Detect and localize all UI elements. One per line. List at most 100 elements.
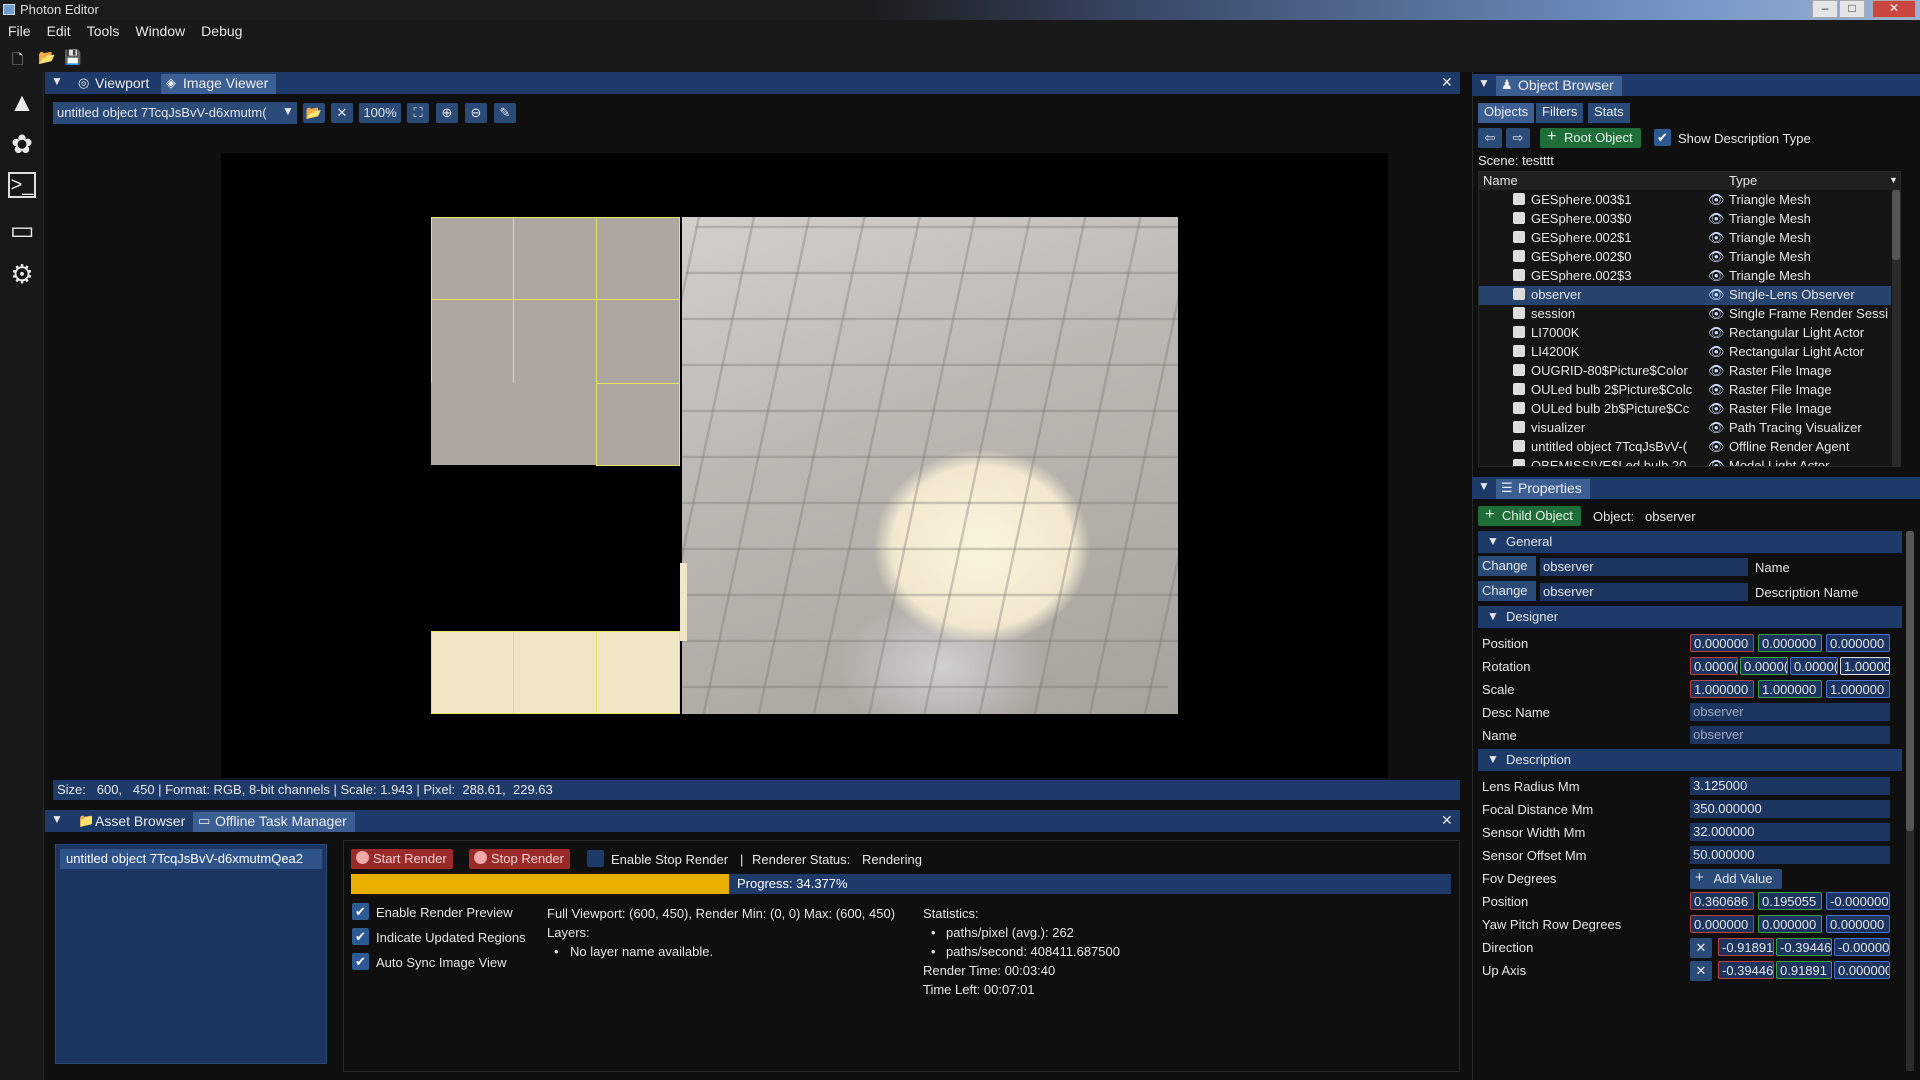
- table-row[interactable]: GESphere.002$1 👁 Triangle Mesh: [1479, 229, 1891, 248]
- subtab-objects[interactable]: Objects: [1478, 103, 1535, 123]
- list-item[interactable]: untitled object 7TcqJsBvV-d6xmutmQea2: [60, 849, 322, 869]
- root-object-button[interactable]: + Root Object: [1540, 128, 1641, 148]
- rotation-x-field[interactable]: 0.0000(: [1690, 657, 1738, 675]
- tree-icon[interactable]: ▲: [6, 86, 38, 118]
- menu-debug[interactable]: Debug: [193, 20, 250, 39]
- table-row[interactable]: OULed bulb 2b$Picture$Cc 👁 Raster File Ima…: [1479, 400, 1891, 419]
- table-row[interactable]: LI4200K 👁 Rectangular Light Actor: [1479, 343, 1891, 362]
- back-button[interactable]: ⇦: [1478, 128, 1502, 148]
- eye-icon[interactable]: 👁: [1708, 401, 1725, 417]
- description-name-field[interactable]: observer: [1540, 583, 1748, 601]
- settings-icon[interactable]: ⚙: [6, 258, 38, 290]
- close-image-button[interactable]: ✕: [331, 103, 353, 123]
- stop-render-button[interactable]: Stop Render: [469, 849, 570, 869]
- tab-asset-browser[interactable]: 📁 Asset Browser: [73, 812, 193, 832]
- panel-menu-icon[interactable]: ▼: [1478, 479, 1490, 493]
- show-description-type-checkbox[interactable]: ✔: [1654, 129, 1671, 146]
- rotation-w-field[interactable]: 1.00000: [1840, 657, 1890, 675]
- desc-name-field[interactable]: observer: [1690, 703, 1890, 721]
- eye-icon[interactable]: 👁: [1708, 192, 1725, 208]
- start-render-button[interactable]: Start Render: [351, 849, 453, 869]
- table-row[interactable]: OBEMISSIVE$Led bulb 20 👁 Model Light Actor: [1479, 457, 1891, 466]
- up-axis-y-field[interactable]: 0.91891: [1776, 961, 1832, 979]
- indicate-updated-regions-checkbox[interactable]: ✔: [352, 928, 369, 945]
- table-row[interactable]: GESphere.002$0 👁 Triangle Mesh: [1479, 248, 1891, 267]
- designer-section-header[interactable]: ▼ Designer: [1478, 606, 1902, 628]
- eye-icon[interactable]: 👁: [1708, 230, 1725, 246]
- description-position-y-field[interactable]: 0.195055: [1758, 892, 1822, 910]
- table-scrollbar[interactable]: [1892, 190, 1900, 466]
- column-name[interactable]: Name: [1483, 173, 1518, 188]
- tab-image-viewer[interactable]: ◈ Image Viewer: [161, 74, 277, 94]
- table-row[interactable]: LI7000K 👁 Rectangular Light Actor: [1479, 324, 1891, 343]
- menu-edit[interactable]: Edit: [39, 20, 79, 39]
- add-value-button[interactable]: + Add Value: [1690, 869, 1782, 889]
- table-row[interactable]: observer 👁 Single-Lens Observer: [1479, 286, 1891, 305]
- forward-button[interactable]: ⇨: [1506, 128, 1530, 148]
- column-type[interactable]: Type: [1729, 173, 1757, 188]
- scale-y-field[interactable]: 1.000000: [1758, 680, 1822, 698]
- eye-icon[interactable]: 👁: [1708, 268, 1725, 284]
- table-row[interactable]: GESphere.003$0 👁 Triangle Mesh: [1479, 210, 1891, 229]
- enable-stop-render-checkbox[interactable]: [587, 850, 604, 867]
- table-row[interactable]: OULed bulb 2$Picture$Colc 👁 Raster File Im…: [1479, 381, 1891, 400]
- properties-scrollbar[interactable]: [1906, 531, 1914, 1071]
- subtab-stats[interactable]: Stats: [1588, 103, 1630, 123]
- fit-view-button[interactable]: ⛶: [407, 103, 429, 123]
- image-select[interactable]: untitled object 7TcqJsBvV-d6xmutm(: [53, 102, 297, 124]
- designer-name-field[interactable]: observer: [1690, 726, 1890, 744]
- eye-icon[interactable]: 👁: [1708, 287, 1725, 303]
- direction-z-field[interactable]: -0.00000: [1834, 938, 1890, 956]
- eye-icon[interactable]: 👁: [1708, 249, 1725, 265]
- zoom-level[interactable]: 100%: [359, 103, 401, 123]
- eye-icon[interactable]: 👁: [1708, 306, 1725, 322]
- tab-properties[interactable]: ☰ Properties: [1496, 479, 1590, 499]
- menu-window[interactable]: Window: [127, 20, 193, 39]
- new-file-icon[interactable]: 🗋: [12, 49, 23, 73]
- close-panel-icon[interactable]: ✕: [1441, 812, 1453, 829]
- tab-viewport[interactable]: ◎ Viewport: [73, 74, 157, 94]
- table-row[interactable]: OUGRID-80$Picture$Color 👁 Raster File Imag…: [1479, 362, 1891, 381]
- menu-file[interactable]: File: [0, 20, 39, 39]
- lens-radius-field[interactable]: 3.125000: [1690, 777, 1890, 795]
- eye-icon[interactable]: 👁: [1708, 458, 1725, 466]
- change-name-button[interactable]: Change: [1478, 556, 1536, 576]
- panel-menu-icon[interactable]: ▼: [51, 812, 63, 826]
- description-section-header[interactable]: ▼ Description: [1478, 749, 1902, 771]
- scroll-thumb[interactable]: [1906, 531, 1914, 831]
- chevron-down-icon[interactable]: ▼: [282, 104, 294, 118]
- maximize-button[interactable]: □: [1839, 0, 1865, 18]
- roll-field[interactable]: 0.000000: [1826, 915, 1890, 933]
- yaw-field[interactable]: 0.000000: [1690, 915, 1754, 933]
- scroll-thumb[interactable]: [1892, 190, 1900, 260]
- description-position-z-field[interactable]: -0.000000: [1826, 892, 1890, 910]
- table-row[interactable]: untitled object 7TcqJsBvV-(👁 Offline Rend…: [1479, 438, 1891, 457]
- pick-button[interactable]: ✎: [494, 103, 516, 123]
- close-window-button[interactable]: ✕: [1872, 0, 1916, 18]
- sensor-offset-field[interactable]: 50.000000: [1690, 846, 1890, 864]
- eye-icon[interactable]: 👁: [1708, 382, 1725, 398]
- sort-icon[interactable]: ▼: [1889, 175, 1898, 185]
- minimize-button[interactable]: –: [1812, 0, 1838, 18]
- name-field[interactable]: observer: [1540, 558, 1748, 576]
- table-row[interactable]: visualizer 👁 Path Tracing Visualizer: [1479, 419, 1891, 438]
- sensor-width-field[interactable]: 32.000000: [1690, 823, 1890, 841]
- close-panel-icon[interactable]: ✕: [1441, 74, 1453, 91]
- eye-icon[interactable]: 👁: [1708, 420, 1725, 436]
- terminal-icon[interactable]: >_: [8, 172, 36, 198]
- eye-icon[interactable]: 👁: [1708, 325, 1725, 341]
- eye-icon[interactable]: 👁: [1708, 439, 1725, 455]
- rotation-z-field[interactable]: 0.0000(: [1790, 657, 1838, 675]
- general-section-header[interactable]: ▼ General: [1478, 531, 1902, 553]
- monitor-icon[interactable]: ▭: [6, 214, 38, 246]
- menu-tools[interactable]: Tools: [79, 20, 128, 39]
- zoom-out-button[interactable]: ⊖: [465, 103, 487, 123]
- panel-menu-icon[interactable]: ▼: [51, 74, 63, 88]
- focal-distance-field[interactable]: 350.000000: [1690, 800, 1890, 818]
- change-description-name-button[interactable]: Change: [1478, 581, 1536, 601]
- table-row[interactable]: session 👁 Single Frame Render Sessi: [1479, 305, 1891, 324]
- position-z-field[interactable]: 0.000000: [1826, 634, 1890, 652]
- tab-offline-task-manager[interactable]: ▭ Offline Task Manager: [193, 812, 355, 832]
- description-position-x-field[interactable]: 0.360686: [1690, 892, 1754, 910]
- up-axis-z-field[interactable]: 0.000000: [1834, 961, 1890, 979]
